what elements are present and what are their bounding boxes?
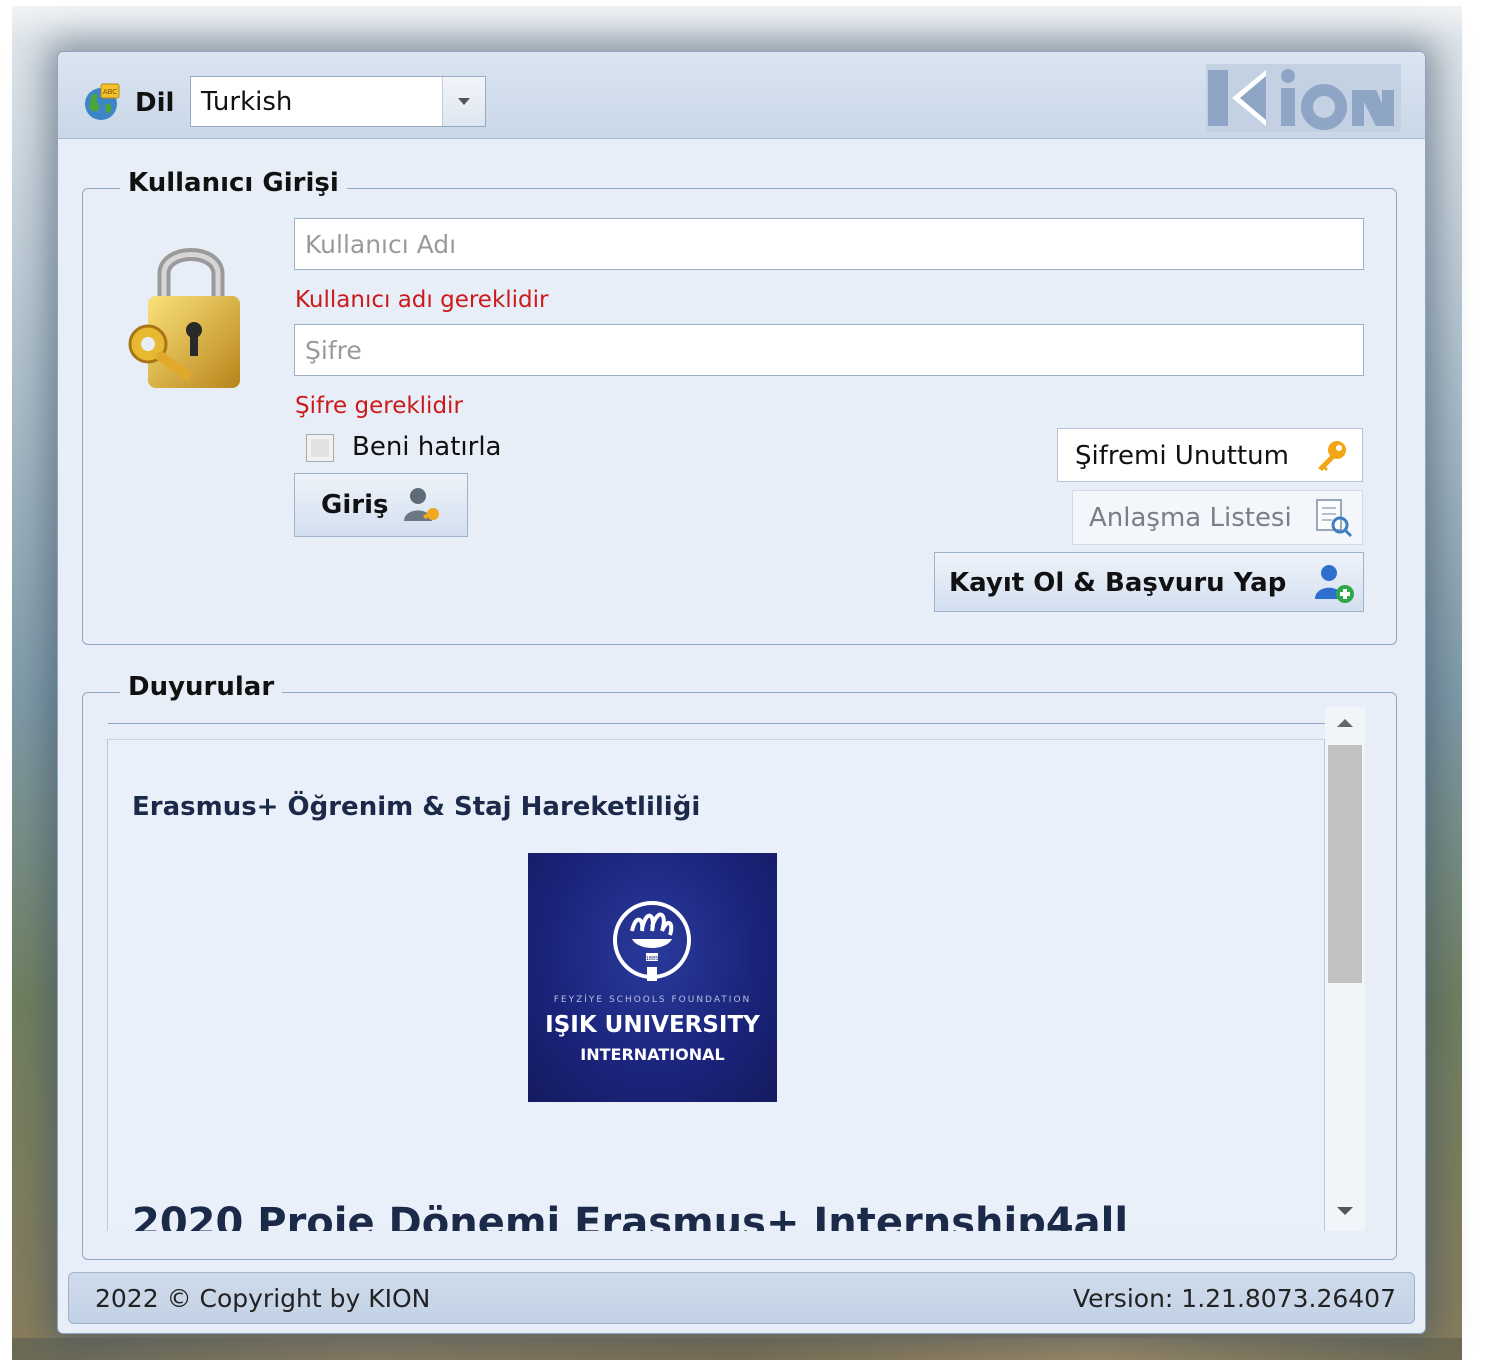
version-text: Version: 1.21.8073.26407 [1072,1284,1396,1313]
background-left [0,0,12,1360]
document-search-icon [1316,499,1353,538]
isik-logo-line2: IŞIK UNIVERSITY [545,1012,760,1038]
login-button[interactable]: Giriş [294,473,468,537]
key-icon [1318,441,1346,471]
announcement-heading[interactable]: 2020 Proje Dönemi Erasmus+ Internship4al… [132,1200,1128,1231]
username-input[interactable] [295,219,1363,269]
register-apply-label: Kayıt Ol & Başvuru Yap [949,568,1287,598]
username-error: Kullanıcı adı gereklidir [295,287,549,313]
remember-label: Beni hatırla [352,432,502,462]
background-campus [12,1338,1462,1360]
background-right [1462,0,1499,1360]
password-input[interactable] [295,325,1363,375]
language-select[interactable]: Turkish [190,76,486,127]
agreements-list-button[interactable]: Anlaşma Listesi [1072,490,1363,545]
lock-key-icon [128,248,240,388]
register-apply-button[interactable]: Kayıt Ol & Başvuru Yap [934,552,1364,612]
background-top [0,0,1499,6]
username-field[interactable] [294,218,1364,270]
login-window: ABC Dil Turkish Kullanıcı Girişi Kullanı… [57,51,1426,1334]
isik-logo-line3: INTERNATIONAL [580,1045,725,1064]
isik-logo-line1: FEYZİYE SCHOOLS FOUNDATION [553,995,752,1005]
chevron-down-icon[interactable] [442,77,485,126]
scroll-up-icon[interactable] [1337,719,1353,727]
scroll-down-icon[interactable] [1337,1207,1353,1215]
announcements-list[interactable]: Erasmus+ Öğrenim & Staj Hareketliliği 18… [107,739,1325,1231]
language-label: Dil [135,88,175,118]
login-button-label: Giriş [321,490,389,520]
user-add-icon [1315,565,1354,603]
kion-logo [1206,64,1401,132]
isik-torch-icon: 1885 [613,901,691,981]
forgot-password-label: Şifremi Unuttum [1075,441,1289,471]
forgot-password-button[interactable]: Şifremi Unuttum [1057,428,1363,482]
footer: 2022 © Copyright by KION Version: 1.21.8… [68,1272,1415,1324]
svg-text:ABC: ABC [103,88,117,96]
language-bar: ABC Dil Turkish [58,52,1425,139]
password-field[interactable] [294,324,1364,376]
language-selected-value: Turkish [201,87,293,117]
announcements-legend: Duyurular [120,672,283,702]
copyright-text: 2022 © Copyright by KION [95,1284,431,1313]
user-key-icon [404,488,439,521]
announcements-divider [108,723,1325,724]
isik-university-logo[interactable]: 1885 FEYZİYE SCHOOLS FOUNDATION IŞIK UNI… [528,853,777,1102]
password-error: Şifre gereklidir [295,393,463,419]
announcements-scrollbar[interactable] [1325,707,1365,1231]
login-legend: Kullanıcı Girişi [120,168,347,198]
scroll-thumb[interactable] [1328,745,1362,983]
globe-language-icon: ABC [85,83,120,120]
svg-text:1885: 1885 [646,956,659,962]
remember-checkbox[interactable] [306,434,334,462]
announcement-title[interactable]: Erasmus+ Öğrenim & Staj Hareketliliği [132,792,700,822]
agreements-list-label: Anlaşma Listesi [1089,503,1292,533]
